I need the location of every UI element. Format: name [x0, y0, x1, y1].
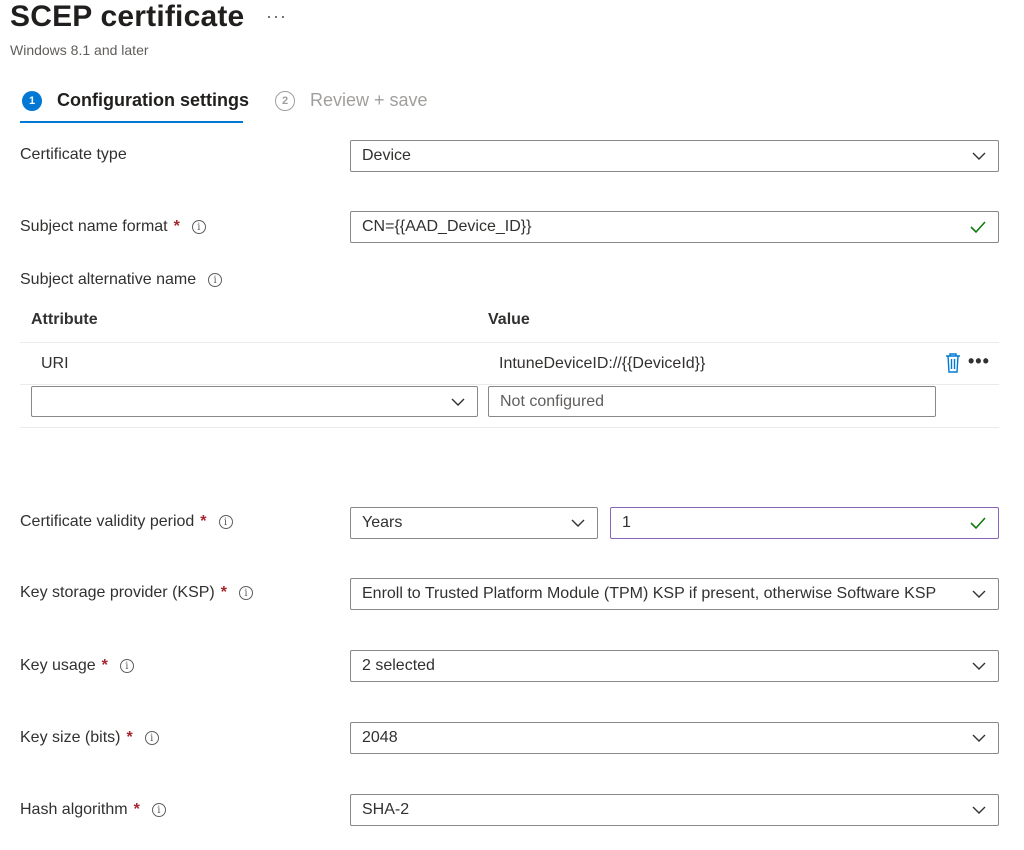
chevron-down-icon: [972, 734, 986, 742]
san-attribute-dropdown[interactable]: [31, 386, 478, 417]
validity-value: 1: [622, 514, 631, 531]
step-number-2: 2: [275, 90, 295, 111]
subject-alternative-name-label: Subject alternative name i: [20, 271, 223, 289]
subject-name-format-label: Subject name format * i: [20, 218, 206, 236]
info-icon[interactable]: i: [151, 803, 166, 817]
certificate-type-dropdown[interactable]: Device: [350, 140, 999, 172]
required-marker: *: [101, 657, 108, 674]
validity-unit-dropdown[interactable]: Years: [350, 507, 598, 539]
ksp-label-text: Key storage provider (KSP): [20, 584, 215, 601]
subject-name-format-input[interactable]: CN={{AAD_Device_ID}}: [350, 211, 999, 243]
page-title: SCEP certificate: [10, 0, 245, 33]
certificate-type-value: Device: [362, 147, 411, 164]
info-icon[interactable]: i: [191, 220, 206, 234]
validity-period-label-text: Certificate validity period: [20, 513, 195, 530]
active-step-indicator: [20, 121, 243, 123]
ksp-value: Enroll to Trusted Platform Module (TPM) …: [362, 585, 937, 602]
key-usage-label: Key usage * i: [20, 657, 134, 675]
checkmark-icon: [970, 517, 986, 530]
row-more-options-button[interactable]: •••: [968, 351, 990, 372]
hash-algorithm-label-text: Hash algorithm: [20, 801, 128, 818]
info-icon[interactable]: i: [119, 659, 134, 673]
required-marker: *: [126, 729, 133, 746]
required-marker: *: [200, 513, 207, 530]
trash-icon[interactable]: [945, 353, 961, 373]
key-usage-label-text: Key usage: [20, 657, 96, 674]
info-icon[interactable]: i: [238, 586, 253, 600]
chevron-down-icon: [972, 806, 986, 814]
subject-name-format-label-text: Subject name format: [20, 218, 168, 235]
hash-algorithm-dropdown[interactable]: SHA-2: [350, 794, 999, 826]
column-header-value: Value: [488, 311, 530, 328]
chevron-down-icon: [571, 519, 585, 527]
step-label-configuration: Configuration settings: [57, 90, 249, 110]
san-value-placeholder: Not configured: [500, 392, 605, 410]
hash-algorithm-value: SHA-2: [362, 801, 410, 818]
tab-configuration-settings[interactable]: 1 Configuration settings: [22, 90, 249, 111]
checkmark-icon: [970, 221, 986, 234]
more-options-button[interactable]: ···: [266, 6, 287, 27]
key-usage-value: 2 selected: [362, 657, 435, 674]
certificate-type-label: Certificate type: [20, 146, 127, 164]
required-marker: *: [133, 801, 140, 818]
ksp-label: Key storage provider (KSP) * i: [20, 584, 253, 602]
validity-value-input[interactable]: 1: [610, 507, 999, 539]
key-size-label-text: Key size (bits): [20, 729, 121, 746]
validity-period-label: Certificate validity period * i: [20, 513, 233, 531]
table-divider: [20, 427, 999, 428]
san-attribute-cell: URI: [41, 355, 69, 372]
chevron-down-icon: [972, 662, 986, 670]
subject-name-format-value: CN={{AAD_Device_ID}}: [362, 218, 532, 235]
hash-algorithm-label: Hash algorithm * i: [20, 801, 166, 819]
certificate-type-label-text: Certificate type: [20, 146, 127, 163]
step-label-review: Review + save: [310, 90, 428, 110]
table-divider: [20, 384, 999, 385]
tab-review-save[interactable]: 2 Review + save: [275, 90, 428, 111]
san-value-input[interactable]: Not configured: [488, 386, 936, 417]
step-number-1: 1: [22, 90, 42, 111]
san-value-cell: IntuneDeviceID://{{DeviceId}}: [499, 355, 706, 372]
key-size-value: 2048: [362, 729, 398, 746]
ksp-dropdown[interactable]: Enroll to Trusted Platform Module (TPM) …: [350, 578, 999, 610]
required-marker: *: [220, 584, 227, 601]
table-row: URI IntuneDeviceID://{{DeviceId}} •••: [20, 343, 999, 384]
validity-unit-value: Years: [362, 514, 403, 531]
key-usage-dropdown[interactable]: 2 selected: [350, 650, 999, 682]
subject-alternative-name-label-text: Subject alternative name: [20, 271, 197, 288]
info-icon[interactable]: i: [144, 731, 159, 745]
info-icon[interactable]: i: [208, 273, 223, 287]
key-size-dropdown[interactable]: 2048: [350, 722, 999, 754]
info-icon[interactable]: i: [218, 515, 233, 529]
chevron-down-icon: [972, 590, 986, 598]
chevron-down-icon: [451, 398, 465, 406]
column-header-attribute: Attribute: [31, 311, 98, 328]
required-marker: *: [173, 218, 180, 235]
key-size-label: Key size (bits) * i: [20, 729, 159, 747]
chevron-down-icon: [972, 152, 986, 160]
page-subtitle: Windows 8.1 and later: [10, 42, 149, 58]
